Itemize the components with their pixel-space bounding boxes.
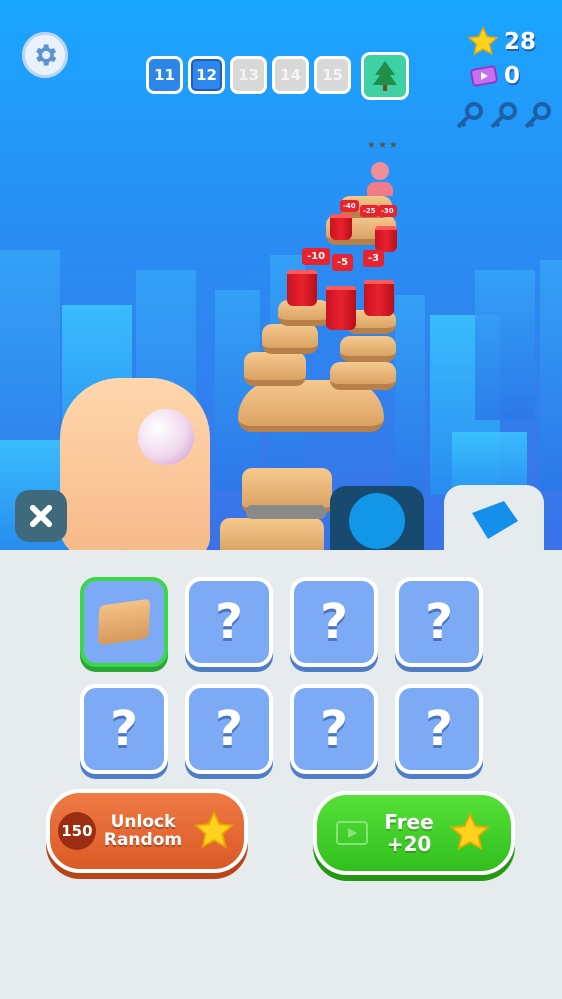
track-segment <box>330 362 396 390</box>
star-icon <box>467 26 499 56</box>
tile-icon <box>472 501 518 539</box>
minus-sign: -10 <box>302 248 331 265</box>
launcher-block <box>246 505 326 519</box>
ticket-icon <box>470 65 498 87</box>
video-icon <box>336 821 369 845</box>
building <box>395 295 425 495</box>
track-segment <box>244 352 306 386</box>
game-scene: -40 -25 -30 -10 -5 -3 ★★★ 11 12 13 14 15… <box>0 0 562 552</box>
cost-badge: 150 <box>57 812 96 850</box>
skin-slot-locked[interactable]: ? <box>80 684 168 774</box>
building <box>475 270 535 420</box>
tab-shapes[interactable] <box>330 486 424 552</box>
cup-obstacle <box>364 280 394 316</box>
circle-icon <box>349 493 405 549</box>
level-14: 14 <box>272 56 309 94</box>
free-label-line2: +20 <box>386 832 432 856</box>
cup-obstacle <box>375 226 397 252</box>
skin-slot-locked[interactable]: ? <box>290 577 378 667</box>
skin-grid: ? ? ? ? ? ? ? <box>80 577 484 774</box>
tickets-counter: 0 <box>470 62 520 90</box>
cup-obstacle <box>287 270 317 306</box>
unlock-random-button[interactable]: 150 Unlock Random <box>46 789 248 873</box>
track-segment <box>340 336 396 362</box>
key-icon <box>456 102 483 129</box>
free-label-line1: Free <box>384 810 434 834</box>
skin-slot-locked[interactable]: ? <box>185 577 273 667</box>
minus-sign: -30 <box>378 205 397 217</box>
stars-value: 28 <box>503 29 536 55</box>
settings-button[interactable] <box>22 32 68 78</box>
close-icon <box>29 504 53 528</box>
level-15: 15 <box>314 56 351 94</box>
key-icon <box>490 102 517 129</box>
skin-slot-locked[interactable]: ? <box>290 684 378 774</box>
level-12: 12 <box>188 56 225 94</box>
keys <box>454 102 552 132</box>
building <box>540 260 562 490</box>
minus-sign: -5 <box>332 254 354 271</box>
level-progress: 11 12 13 14 15 <box>146 56 351 94</box>
unlock-label: Unlock Random <box>104 813 182 849</box>
free-label: Free +20 <box>384 811 433 855</box>
track-segment <box>262 324 318 354</box>
cup-obstacle <box>326 286 356 330</box>
minus-sign: -25 <box>360 205 379 217</box>
level-13: 13 <box>230 56 267 94</box>
stars-counter: 28 <box>466 25 536 59</box>
tab-skins[interactable] <box>444 485 544 552</box>
track-segment <box>220 518 324 552</box>
skin-shop-panel: ? ? ? ? ? ? ? 150 Unlock Random Free +20 <box>0 550 562 999</box>
hand <box>60 378 210 552</box>
unlock-label-line1: Unlock <box>110 812 176 832</box>
wood-tile-skin <box>97 598 151 646</box>
skin-slot-selected[interactable] <box>80 577 168 667</box>
key-icon <box>524 102 551 129</box>
minus-sign: -40 <box>340 200 359 212</box>
skin-slot-locked[interactable]: ? <box>395 577 483 667</box>
skin-slot-locked[interactable]: ? <box>185 684 273 774</box>
close-button[interactable] <box>15 490 67 542</box>
unlock-label-line2: Random <box>103 830 183 850</box>
cup-obstacle <box>330 214 352 240</box>
level-11: 11 <box>146 56 183 94</box>
tickets-value: 0 <box>503 63 520 89</box>
gear-icon <box>36 44 57 66</box>
level-stars: ★★★ <box>367 140 400 151</box>
free-stars-button[interactable]: Free +20 <box>313 791 515 875</box>
ball[interactable] <box>138 409 194 465</box>
minus-sign: -3 <box>363 250 385 267</box>
player-character <box>367 162 393 198</box>
tree-icon <box>373 61 397 91</box>
level-reward <box>361 52 409 100</box>
star-icon <box>449 812 490 851</box>
star-icon <box>193 810 235 849</box>
skin-slot-locked[interactable]: ? <box>395 684 483 774</box>
